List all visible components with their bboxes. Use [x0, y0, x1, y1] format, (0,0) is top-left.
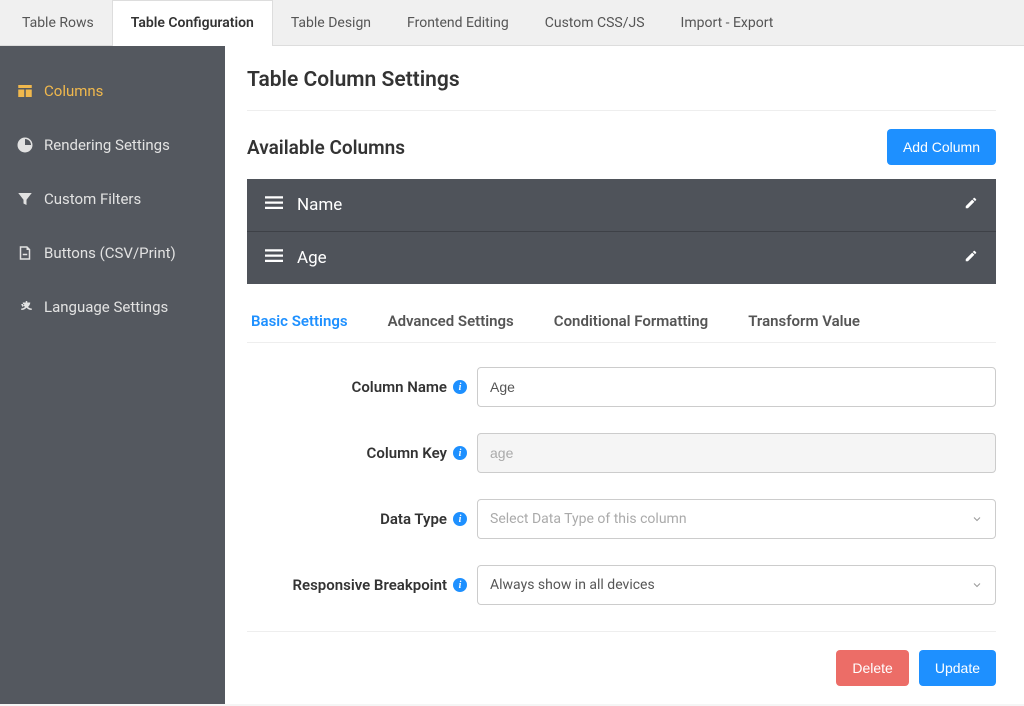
sidebar-item-language-settings[interactable]: Language Settings [0, 280, 225, 334]
column-key-input [477, 433, 996, 473]
top-tabs: Table Rows Table Configuration Table Des… [0, 0, 1024, 46]
info-icon[interactable]: i [453, 578, 467, 592]
drag-handle-icon[interactable] [265, 196, 283, 214]
language-icon [16, 298, 34, 316]
page-title: Table Column Settings [247, 68, 996, 92]
chevron-down-icon [971, 579, 983, 591]
column-label: Age [297, 248, 327, 268]
render-icon [16, 136, 34, 154]
download-icon [16, 244, 34, 262]
subtab-basic-settings[interactable]: Basic Settings [251, 312, 348, 330]
data-type-value: Select Data Type of this column [490, 511, 687, 527]
column-item-name[interactable]: Name [247, 179, 996, 232]
columns-list: Name Age [247, 179, 996, 284]
edit-icon[interactable] [964, 249, 978, 267]
main-content: Table Column Settings Available Columns … [225, 46, 1024, 704]
column-name-label: Column Name [352, 378, 447, 396]
tab-frontend-editing[interactable]: Frontend Editing [389, 0, 527, 45]
column-key-label: Column Key [367, 444, 447, 462]
info-icon[interactable]: i [453, 380, 467, 394]
column-form: Column Name i Column Key i Data Type [247, 367, 996, 686]
column-subtabs: Basic Settings Advanced Settings Conditi… [247, 312, 996, 343]
sidebar-item-columns[interactable]: Columns [0, 64, 225, 118]
sidebar-item-rendering-settings[interactable]: Rendering Settings [0, 118, 225, 172]
data-type-select[interactable]: Select Data Type of this column [477, 499, 996, 539]
sidebar-item-label: Buttons (CSV/Print) [44, 244, 176, 262]
drag-handle-icon[interactable] [265, 249, 283, 267]
info-icon[interactable]: i [453, 512, 467, 526]
info-icon[interactable]: i [453, 446, 467, 460]
chevron-down-icon [971, 513, 983, 525]
edit-icon[interactable] [964, 196, 978, 214]
responsive-breakpoint-select[interactable]: Always show in all devices [477, 565, 996, 605]
subtab-conditional-formatting[interactable]: Conditional Formatting [554, 312, 708, 330]
subtab-transform-value[interactable]: Transform Value [748, 312, 860, 330]
column-item-age[interactable]: Age [247, 232, 996, 284]
tab-custom-css-js[interactable]: Custom CSS/JS [527, 0, 663, 45]
tab-table-configuration[interactable]: Table Configuration [112, 0, 273, 46]
tab-table-rows[interactable]: Table Rows [4, 0, 112, 45]
available-columns-heading: Available Columns [247, 136, 405, 159]
sidebar-item-label: Language Settings [44, 298, 168, 316]
sidebar-item-custom-filters[interactable]: Custom Filters [0, 172, 225, 226]
sidebar: Columns Rendering Settings Custom Filter… [0, 46, 225, 704]
delete-button[interactable]: Delete [836, 650, 908, 686]
tab-import-export[interactable]: Import - Export [663, 0, 792, 45]
table-icon [16, 82, 34, 100]
subtab-advanced-settings[interactable]: Advanced Settings [388, 312, 514, 330]
update-button[interactable]: Update [919, 650, 996, 686]
sidebar-item-label: Custom Filters [44, 190, 141, 208]
responsive-breakpoint-value: Always show in all devices [490, 577, 655, 593]
add-column-button[interactable]: Add Column [887, 129, 996, 165]
data-type-label: Data Type [380, 510, 447, 528]
sidebar-item-label: Columns [44, 82, 103, 100]
column-name-input[interactable] [477, 367, 996, 407]
responsive-breakpoint-label: Responsive Breakpoint [292, 576, 447, 594]
sidebar-item-buttons-csv-print[interactable]: Buttons (CSV/Print) [0, 226, 225, 280]
sidebar-item-label: Rendering Settings [44, 136, 170, 154]
filter-icon [16, 190, 34, 208]
column-label: Name [297, 195, 342, 215]
tab-table-design[interactable]: Table Design [273, 0, 389, 45]
